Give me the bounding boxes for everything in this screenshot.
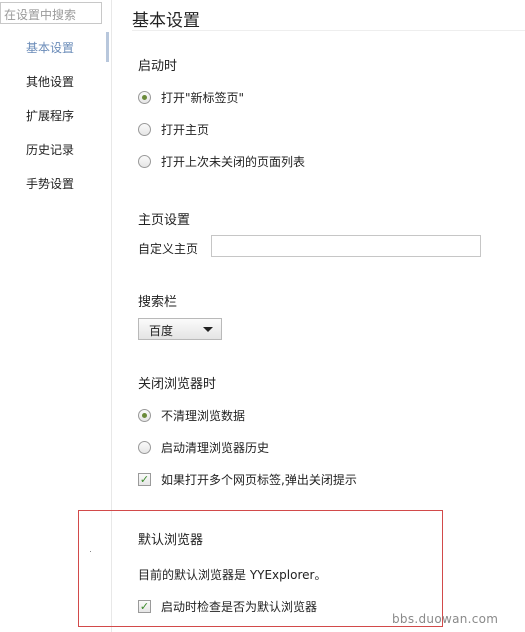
option-label: 打开主页	[161, 123, 210, 137]
search-bar-section-title: 搜索栏	[138, 295, 178, 310]
search-engine-value: 百度	[149, 324, 174, 338]
close-tabs-prompt-option[interactable]: ✓ 如果打开多个网页标签,弹出关闭提示	[138, 471, 357, 488]
radio-selected[interactable]	[138, 409, 151, 422]
radio-unselected[interactable]	[138, 441, 151, 454]
page-title: 基本设置	[132, 11, 200, 31]
stray-dot	[90, 551, 91, 552]
close-browser-section-title: 关闭浏览器时	[138, 377, 217, 392]
sidebar-item-other-settings[interactable]: 其他设置	[26, 73, 74, 90]
startup-option-homepage[interactable]: 打开主页	[138, 121, 209, 138]
sidebar-item-basic-settings[interactable]: 基本设置	[26, 39, 74, 56]
sidebar-item-history[interactable]: 历史记录	[26, 141, 74, 158]
startup-option-new-tab[interactable]: 打开"新标签页"	[138, 89, 244, 106]
startup-section-title: 启动时	[138, 59, 178, 74]
dropdown-arrow-icon	[203, 327, 213, 332]
watermark: bbs.duowan.com	[392, 612, 499, 626]
sidebar-item-gesture-settings[interactable]: 手势设置	[26, 175, 74, 192]
option-label: 打开"新标签页"	[161, 91, 245, 105]
radio-unselected[interactable]	[138, 123, 151, 136]
radio-unselected[interactable]	[138, 155, 151, 168]
checkbox-checked-icon[interactable]: ✓	[138, 473, 151, 486]
option-label: 打开上次未关闭的页面列表	[161, 155, 306, 169]
startup-option-last-session[interactable]: 打开上次未关闭的页面列表	[138, 153, 305, 170]
settings-search-input[interactable]: 在设置中搜索	[0, 2, 102, 24]
homepage-section-title: 主页设置	[138, 213, 191, 228]
option-label: 不清理浏览数据	[161, 409, 246, 423]
default-browser-highlight-box	[78, 510, 443, 627]
option-label: 如果打开多个网页标签,弹出关闭提示	[161, 473, 357, 487]
close-option-keep-data[interactable]: 不清理浏览数据	[138, 407, 245, 424]
custom-homepage-input[interactable]	[211, 235, 481, 257]
sidebar-item-extensions[interactable]: 扩展程序	[26, 107, 74, 124]
title-divider	[132, 30, 525, 31]
radio-selected[interactable]	[138, 91, 151, 104]
close-option-clear-history[interactable]: 启动清理浏览器历史	[138, 439, 269, 456]
active-nav-indicator	[106, 32, 109, 62]
option-label: 启动清理浏览器历史	[161, 441, 270, 455]
search-engine-select[interactable]: 百度	[138, 318, 222, 340]
custom-homepage-label: 自定义主页	[138, 242, 199, 256]
